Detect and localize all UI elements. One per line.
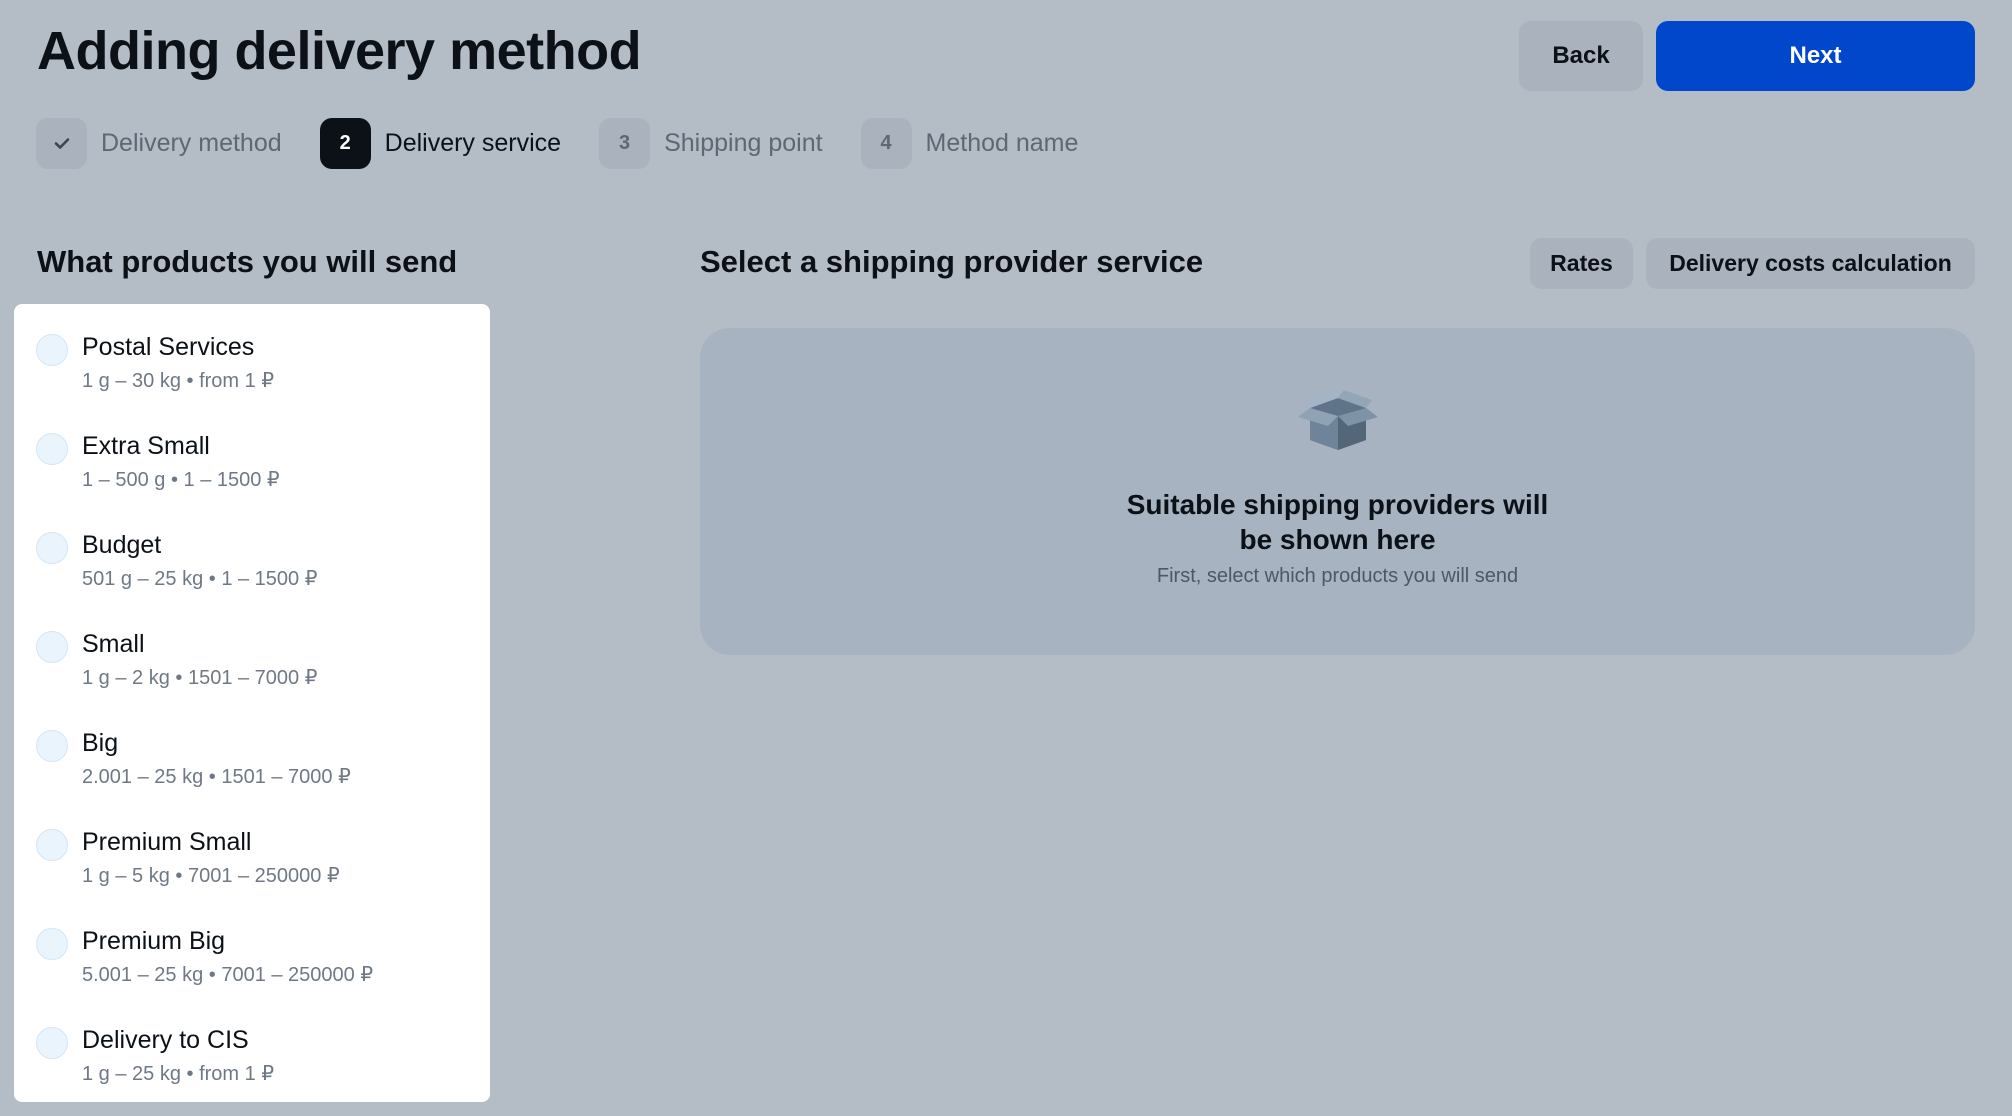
page: Adding delivery method Back Next Deliver… — [0, 0, 2012, 1116]
stepper: Delivery method 2 Delivery service 3 Shi… — [36, 117, 1116, 169]
step-label: Delivery method — [101, 128, 282, 157]
step-delivery-method[interactable]: Delivery method — [36, 117, 282, 169]
product-list: Postal Services 1 g – 30 kg • from 1 ₽ E… — [14, 304, 490, 1102]
product-name: Big — [82, 729, 119, 757]
radio-button[interactable] — [36, 532, 68, 564]
product-name: Small — [82, 630, 145, 658]
step-badge: 3 — [599, 117, 651, 169]
product-name: Extra Small — [82, 432, 210, 460]
provider-section-title: Select a shipping provider service — [700, 244, 1204, 279]
step-delivery-service[interactable]: 2 Delivery service — [319, 117, 562, 169]
box-icon — [1292, 388, 1384, 457]
product-option-small[interactable]: Small 1 g – 2 kg • 1501 – 7000 ₽ — [14, 625, 490, 724]
back-button[interactable]: Back — [1519, 21, 1643, 91]
product-name: Budget — [82, 531, 162, 559]
product-desc: 1 g – 30 kg • from 1 ₽ — [82, 370, 275, 392]
product-desc: 1 g – 25 kg • from 1 ₽ — [82, 1063, 275, 1085]
product-name: Premium Big — [82, 927, 226, 955]
step-badge: 4 — [860, 117, 912, 169]
product-desc: 2.001 – 25 kg • 1501 – 7000 ₽ — [82, 766, 351, 788]
step-label: Delivery service — [384, 128, 562, 157]
radio-button[interactable] — [36, 829, 68, 861]
rates-button[interactable]: Rates — [1530, 238, 1633, 289]
product-desc: 1 g – 5 kg • 7001 – 250000 ₽ — [82, 865, 340, 887]
radio-button[interactable] — [36, 334, 68, 366]
check-icon — [52, 133, 72, 153]
product-option-budget[interactable]: Budget 501 g – 25 kg • 1 – 1500 ₽ — [14, 526, 490, 625]
radio-button[interactable] — [36, 1027, 68, 1059]
step-shipping-point[interactable]: 3 Shipping point — [599, 117, 823, 169]
product-option-big[interactable]: Big 2.001 – 25 kg • 1501 – 7000 ₽ — [14, 724, 490, 823]
product-desc: 1 g – 2 kg • 1501 – 7000 ₽ — [82, 667, 318, 689]
page-title: Adding delivery method — [37, 21, 642, 81]
product-name: Premium Small — [82, 828, 252, 856]
next-button[interactable]: Next — [1656, 21, 1975, 91]
products-section-title: What products you will send — [37, 244, 458, 279]
step-label: Method name — [925, 128, 1079, 157]
product-desc: 1 – 500 g • 1 – 1500 ₽ — [82, 469, 280, 491]
product-desc: 5.001 – 25 kg • 7001 – 250000 ₽ — [82, 964, 374, 986]
radio-button[interactable] — [36, 433, 68, 465]
product-name: Postal Services — [82, 333, 255, 361]
delivery-costs-calculation-button[interactable]: Delivery costs calculation — [1646, 238, 1975, 289]
product-option-delivery-to-cis[interactable]: Delivery to CIS 1 g – 25 kg • from 1 ₽ — [14, 1021, 490, 1116]
radio-button[interactable] — [36, 928, 68, 960]
empty-state-subtitle: First, select which products you will se… — [1156, 565, 1519, 587]
product-desc: 501 g – 25 kg • 1 – 1500 ₽ — [82, 568, 318, 590]
step-badge: 2 — [319, 117, 371, 169]
step-label: Shipping point — [664, 128, 823, 157]
product-name: Delivery to CIS — [82, 1026, 249, 1054]
step-method-name[interactable]: 4 Method name — [860, 117, 1079, 169]
empty-state-title: Suitable shipping providers will be show… — [1126, 489, 1549, 555]
product-option-premium-small[interactable]: Premium Small 1 g – 5 kg • 7001 – 250000… — [14, 823, 490, 922]
product-option-postal-services[interactable]: Postal Services 1 g – 30 kg • from 1 ₽ — [14, 328, 490, 427]
empty-state-panel: Suitable shipping providers will be show… — [700, 328, 1975, 655]
product-option-premium-big[interactable]: Premium Big 5.001 – 25 kg • 7001 – 25000… — [14, 922, 490, 1021]
radio-button[interactable] — [36, 730, 68, 762]
product-option-extra-small[interactable]: Extra Small 1 – 500 g • 1 – 1500 ₽ — [14, 427, 490, 526]
step-badge-done — [36, 117, 87, 169]
radio-button[interactable] — [36, 631, 68, 663]
